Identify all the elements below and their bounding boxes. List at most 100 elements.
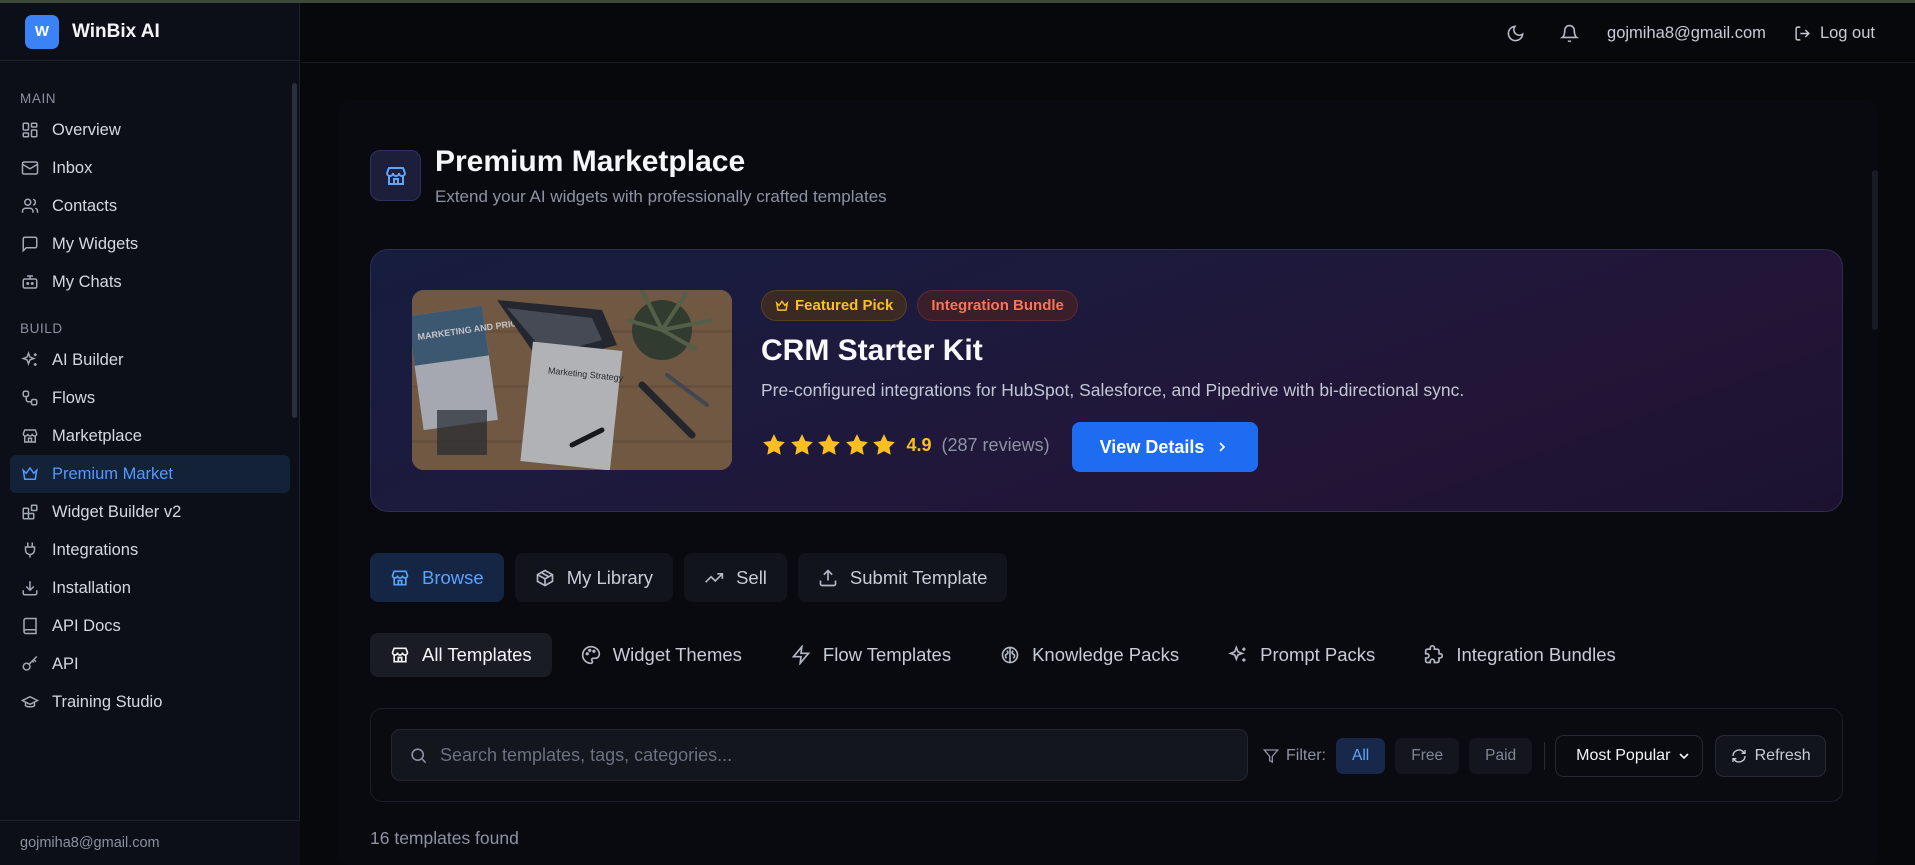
sidebar-item-api[interactable]: API — [10, 645, 290, 683]
sidebar-item-inbox[interactable]: Inbox — [10, 149, 290, 187]
tab-label: Flow Templates — [822, 644, 952, 665]
filter-label-text: Filter: — [1286, 747, 1326, 764]
sidebar-item-overview[interactable]: Overview — [10, 111, 290, 149]
sidebar-item-my-chats[interactable]: My Chats — [10, 263, 290, 301]
sidebar-item-ai-builder[interactable]: AI Builder — [10, 341, 290, 379]
workflow-icon — [20, 388, 40, 408]
mail-icon — [20, 158, 40, 178]
sidebar-item-marketplace[interactable]: Marketplace — [10, 417, 290, 455]
key-icon — [20, 654, 40, 674]
sidebar-item-my-widgets[interactable]: My Widgets — [10, 225, 290, 263]
refresh-button[interactable]: Refresh — [1715, 735, 1827, 777]
sidebar-user-email: gojmiha8@gmail.com — [0, 820, 300, 865]
sidebar-item-label: My Widgets — [52, 234, 139, 253]
filter-label: Filter: — [1263, 747, 1326, 765]
store-icon — [370, 150, 421, 201]
filter-paid-chip[interactable]: Paid — [1469, 738, 1533, 774]
sidebar-item-label: Overview — [52, 120, 121, 139]
tab-label: Widget Themes — [612, 644, 742, 665]
tab-widget-themes[interactable]: Widget Themes — [561, 633, 762, 677]
brain-icon — [1000, 645, 1020, 665]
tab-label: Sell — [736, 566, 767, 588]
star-icon — [763, 434, 785, 455]
sidebar-item-label: Inbox — [52, 158, 93, 177]
sidebar-item-premium-market[interactable]: Premium Market — [10, 455, 290, 493]
sidebar-item-label: Training Studio — [52, 692, 163, 711]
sidebar-item-integrations[interactable]: Integrations — [10, 531, 290, 569]
blocks-icon — [20, 502, 40, 522]
star-icon — [845, 434, 868, 455]
sidebar-item-label: API Docs — [52, 616, 121, 635]
chevron-right-icon — [1219, 442, 1226, 452]
featured-title: CRM Starter Kit — [761, 334, 983, 367]
sidebar: W WinBix AI MAIN Overview Inbox Contacts… — [0, 3, 300, 865]
sidebar-item-label: Widget Builder v2 — [52, 502, 182, 521]
view-details-button[interactable]: View Details — [1072, 422, 1258, 472]
refresh-label: Refresh — [1754, 747, 1811, 764]
search-box[interactable] — [391, 729, 1248, 781]
star-icon — [818, 434, 840, 455]
category-badge: Integration Bundle — [917, 290, 1078, 321]
moon-icon[interactable] — [1503, 21, 1527, 45]
filter-divider — [1544, 742, 1546, 770]
tab-prompt-packs[interactable]: Prompt Packs — [1208, 633, 1395, 677]
book-icon — [20, 616, 40, 636]
sidebar-item-label: AI Builder — [52, 350, 124, 369]
filter-free-chip[interactable]: Free — [1395, 738, 1460, 774]
puzzle-icon — [1424, 645, 1444, 665]
search-input[interactable] — [440, 744, 1240, 766]
bell-icon[interactable] — [1557, 21, 1581, 45]
sort-selected-value: Most Popular — [1576, 747, 1671, 764]
sidebar-item-widget-builder-v2[interactable]: Widget Builder v2 — [10, 493, 290, 531]
tab-all-templates[interactable]: All Templates — [370, 633, 552, 677]
logout-label: Log out — [1819, 23, 1875, 42]
sidebar-nav: MAIN Overview Inbox Contacts My Widgets … — [0, 63, 300, 823]
tab-sell[interactable]: Sell — [684, 553, 787, 602]
featured-pick-badge: Featured Pick — [761, 290, 908, 321]
sparkles-icon — [1228, 645, 1248, 665]
tab-label: Prompt Packs — [1260, 644, 1376, 665]
view-details-label: View Details — [1099, 436, 1205, 457]
filter-icon — [1263, 749, 1279, 764]
sidebar-item-api-docs[interactable]: API Docs — [10, 607, 290, 645]
tab-integration-bundles[interactable]: Integration Bundles — [1404, 633, 1635, 677]
bot-icon — [20, 272, 40, 292]
graduation-cap-icon — [20, 692, 40, 712]
sidebar-item-label: Flows — [52, 388, 96, 407]
package-icon — [535, 568, 555, 588]
plug-icon — [20, 540, 40, 560]
tab-submit-template[interactable]: Submit Template — [797, 553, 1008, 602]
sidebar-scrollbar[interactable] — [292, 83, 297, 418]
brand-name: WinBix AI — [72, 20, 160, 42]
sort-select[interactable]: Most Popular — [1555, 735, 1704, 777]
sidebar-item-contacts[interactable]: Contacts — [10, 187, 290, 225]
tab-flow-templates[interactable]: Flow Templates — [771, 633, 971, 677]
star-icon — [873, 434, 895, 455]
tab-label: Knowledge Packs — [1032, 644, 1180, 665]
featured-description: Pre-configured integrations for HubSpot,… — [761, 380, 1465, 400]
tab-my-library[interactable]: My Library — [514, 553, 674, 602]
tab-knowledge-packs[interactable]: Knowledge Packs — [980, 633, 1199, 677]
brand[interactable]: W WinBix AI — [0, 3, 299, 61]
sidebar-item-training-studio[interactable]: Training Studio — [10, 683, 290, 721]
logout-button[interactable]: Log out — [1794, 24, 1875, 43]
section-label-main: MAIN — [20, 91, 57, 106]
filter-all-chip[interactable]: All — [1336, 738, 1386, 774]
featured-pick-label: Featured Pick — [795, 297, 894, 314]
users-icon — [20, 196, 40, 216]
page-title: Premium Marketplace — [435, 145, 746, 178]
store-icon — [390, 645, 410, 665]
brand-logo: W — [25, 14, 59, 49]
sidebar-item-label: Contacts — [52, 196, 118, 215]
sidebar-item-installation[interactable]: Installation — [10, 569, 290, 607]
download-icon — [20, 578, 40, 598]
grid-icon — [20, 120, 40, 140]
tab-browse[interactable]: Browse — [370, 553, 504, 602]
featured-image: MARKETING AND PRICING Marketing Strategy — [412, 290, 732, 470]
search-filter-panel: Filter: All Free Paid Most Popular Refre… — [370, 708, 1843, 802]
main-scrollbar[interactable] — [1872, 170, 1878, 330]
sidebar-item-flows[interactable]: Flows — [10, 379, 290, 417]
tab-label: All Templates — [422, 644, 532, 665]
section-label-build: BUILD — [20, 321, 63, 336]
tab-label: My Library — [566, 566, 654, 588]
